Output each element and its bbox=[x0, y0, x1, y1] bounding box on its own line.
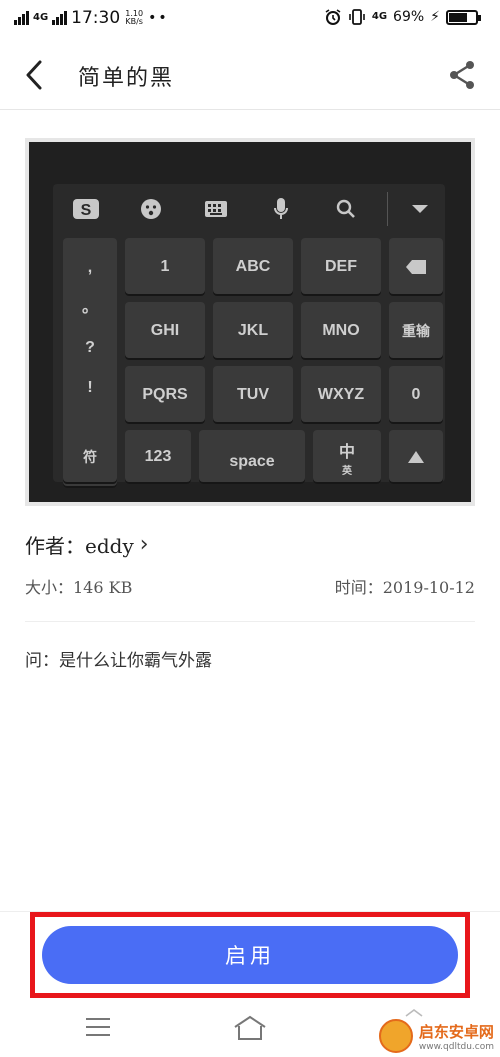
lang-sub: 英 bbox=[342, 465, 352, 477]
watermark-url: www.qdltdu.com bbox=[418, 1041, 494, 1052]
keyboard-icon bbox=[183, 184, 248, 234]
symbol-question: ? bbox=[85, 339, 95, 356]
menu-icon[interactable] bbox=[86, 1018, 110, 1036]
watermark-text: 启东安卓网 www.qdltdu.com bbox=[419, 1021, 494, 1052]
signal-icon bbox=[14, 11, 29, 25]
sogou-logo-icon: S bbox=[53, 184, 118, 234]
publish-date: 时间：2019-10-12 bbox=[334, 578, 475, 597]
vibrate-icon bbox=[349, 9, 365, 25]
key-ghi: GHI bbox=[125, 302, 205, 360]
keyboard-preview-image: S , 。 ? ! 1 ABC DEF GHI JKL MNO 重输 PQRS … bbox=[29, 142, 471, 502]
more-notifications: •• bbox=[148, 10, 169, 26]
alarm-icon bbox=[325, 9, 341, 25]
symbol-period: 。 bbox=[81, 299, 98, 316]
key-space: space bbox=[199, 430, 305, 484]
chevron-right-icon: › bbox=[139, 532, 149, 557]
author-label: 作者：eddy bbox=[25, 534, 134, 558]
toolbar-divider bbox=[386, 192, 388, 226]
search-icon bbox=[314, 184, 379, 234]
highlight-box bbox=[30, 912, 470, 998]
skin-preview: S , 。 ? ! 1 ABC DEF GHI JKL MNO 重输 PQRS … bbox=[25, 138, 475, 506]
watermark-name: 启东安卓网 bbox=[418, 1022, 494, 1041]
divider bbox=[25, 621, 475, 622]
symbol-exclaim: ! bbox=[87, 379, 93, 396]
microphone-icon bbox=[248, 184, 313, 234]
svg-text:S: S bbox=[80, 202, 91, 219]
key-123: 123 bbox=[125, 430, 191, 484]
battery-icon bbox=[446, 9, 481, 25]
key-reinput: 重输 bbox=[389, 302, 443, 360]
key-enter bbox=[389, 430, 443, 484]
key-tuv: TUV bbox=[213, 366, 293, 424]
status-left: 4G 17:30 1.10 KB/s •• bbox=[14, 8, 169, 28]
symbol-comma: , bbox=[87, 259, 93, 276]
watermark: 启东安卓网 www.qdltdu.com bbox=[378, 1019, 494, 1053]
key-wxyz: WXYZ bbox=[301, 366, 381, 424]
collapse-icon bbox=[396, 184, 445, 234]
up-arrow-icon bbox=[408, 451, 424, 463]
charging-icon: ⚡ bbox=[430, 9, 440, 25]
key-zero: 0 bbox=[389, 366, 443, 424]
system-nav-bar: 启东安卓网 www.qdltdu.com bbox=[0, 1000, 500, 1057]
backspace-icon bbox=[406, 260, 426, 274]
battery-level bbox=[449, 12, 467, 22]
status-bar: 4G 17:30 1.10 KB/s •• 4G 69% ⚡ bbox=[0, 0, 500, 40]
lang-main: 中 bbox=[338, 443, 355, 461]
key-1: 1 bbox=[125, 238, 205, 296]
page-title: 简单的黑 bbox=[78, 66, 175, 91]
key-delete bbox=[389, 238, 443, 296]
title-bar: 简单的黑 bbox=[0, 40, 500, 110]
keyboard-toolbar: S bbox=[53, 184, 445, 234]
key-pqrs: PQRS bbox=[125, 366, 205, 424]
key-jkl: JKL bbox=[213, 302, 293, 360]
network-type-right: 4G bbox=[371, 11, 388, 22]
key-mno: MNO bbox=[301, 302, 381, 360]
emoji-icon bbox=[118, 184, 183, 234]
speed-unit: KB/s bbox=[125, 17, 143, 26]
share-icon[interactable] bbox=[448, 60, 476, 90]
key-lang-switch: 中 英 bbox=[313, 430, 381, 484]
key-def: DEF bbox=[301, 238, 381, 296]
signal-icon-2 bbox=[52, 11, 68, 25]
file-size: 大小：146 KB bbox=[25, 578, 133, 597]
status-right: 4G 69% ⚡ bbox=[324, 8, 481, 26]
home-icon[interactable] bbox=[232, 1014, 268, 1042]
battery-percent: 69% bbox=[393, 9, 425, 25]
skin-description: 问：是什么让你霸气外露 bbox=[25, 651, 212, 671]
key-abc: ABC bbox=[213, 238, 293, 296]
author-link[interactable]: 作者：eddy › bbox=[25, 530, 149, 559]
key-symbols: 符 bbox=[63, 430, 117, 484]
back-nav-icon[interactable] bbox=[404, 1008, 424, 1018]
clock: 17:30 bbox=[71, 8, 121, 28]
watermark-logo-icon bbox=[378, 1019, 413, 1053]
network-type-left: 4G bbox=[33, 12, 49, 23]
network-speed: 1.10 KB/s bbox=[124, 10, 144, 26]
back-arrow-icon[interactable] bbox=[20, 58, 50, 92]
